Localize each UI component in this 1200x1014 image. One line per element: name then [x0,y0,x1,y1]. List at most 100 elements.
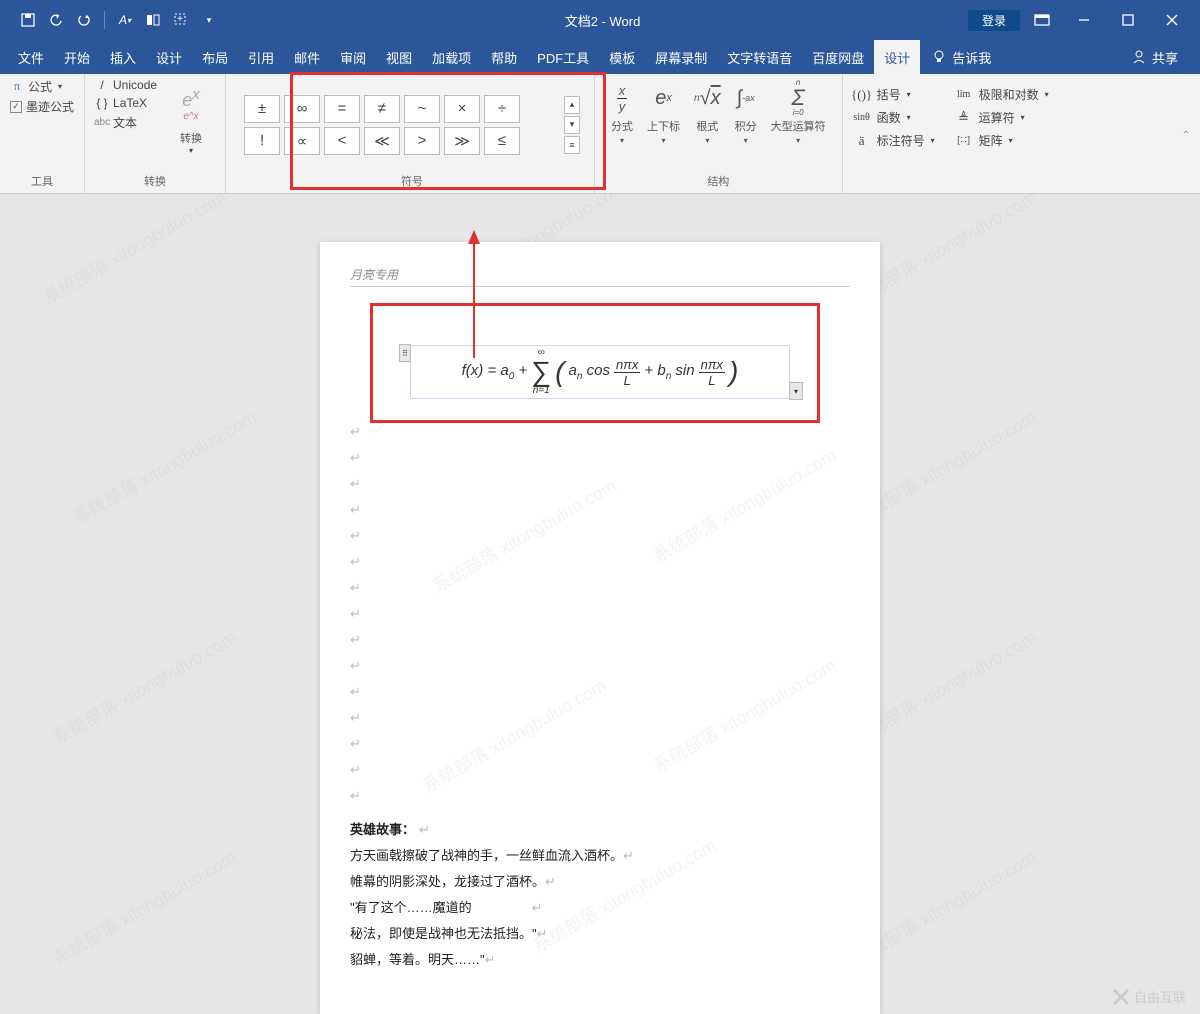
document-page[interactable]: 月亮专用 ⠿ f(x) = a0 + ∞∑n=1 ( an cos nπxL +… [320,242,880,1014]
radical-button[interactable]: n√x 根式 ▾ [688,78,727,147]
layout-icon[interactable] [145,12,161,28]
symbol-factorial[interactable]: ! [244,127,280,155]
matrix-button[interactable]: [∷] 矩阵 ▾ [955,132,1049,149]
collapse-ribbon-button[interactable]: ⌃ [1176,126,1196,144]
symbol-notequal[interactable]: ≠ [364,95,400,123]
story-text[interactable]: 英雄故事：↵ 方天画戟擦破了战神的手，一丝鲜血流入酒杯。↵ 帷幕的阴影深处，龙接… [350,817,850,973]
separator [104,11,105,29]
symbol-infinity[interactable]: ∞ [284,95,320,123]
font-icon[interactable]: A▾ [117,12,133,28]
close-button[interactable] [1152,5,1192,35]
bracket-button[interactable]: {()} 括号 ▾ [853,86,935,103]
symbol-scroll-up[interactable]: ▴ [564,96,580,114]
document-area[interactable]: 系统部落 xitongbuluo.com 系统部落 xitongbuluo.co… [0,194,1200,1014]
limit-button[interactable]: lim 极限和对数 ▾ [955,86,1049,103]
largeop-label: 大型运算符 [771,118,826,134]
tab-pdf[interactable]: PDF工具 [527,40,599,75]
text-option[interactable]: abc 文本 [95,114,157,131]
exponent-icon: ex [655,80,672,116]
equation-handle-icon[interactable]: ⠿ [399,344,411,362]
radical-icon: n√x [694,80,721,116]
tab-home[interactable]: 开始 [54,40,100,75]
tab-view[interactable]: 视图 [376,40,422,75]
tab-insert[interactable]: 插入 [100,40,146,75]
accent-icon: ä [853,133,871,149]
symbol-scroll-down[interactable]: ▾ [564,116,580,134]
largeop-button[interactable]: nΣi=0 大型运算符 ▾ [765,78,832,147]
undo-icon[interactable] [48,12,64,28]
symbol-tilde[interactable]: ~ [404,95,440,123]
tab-screenrec[interactable]: 屏幕录制 [645,40,717,75]
symbol-proportional[interactable]: ∝ [284,127,320,155]
symbol-muchless[interactable]: ≪ [364,127,400,155]
chevron-down-icon: ▾ [907,90,911,99]
paragraph-mark: ↵ [350,783,850,809]
matrix-label: 矩阵 [979,132,1003,149]
convert-button[interactable]: ex e^x 转换 ▾ [167,78,215,171]
tools-group-label: 工具 [10,171,74,191]
tab-tts[interactable]: 文字转语音 [717,40,802,75]
maximize-button[interactable] [1108,5,1148,35]
tab-help[interactable]: 帮助 [481,40,527,75]
integral-button[interactable]: ∫-ax 积分 ▾ [729,78,763,147]
story-title: 英雄故事： [350,822,415,837]
tab-references[interactable]: 引用 [238,40,284,75]
paragraph-mark: ↵ [350,575,850,601]
group-tools: π 公式 ▾ ✓ 墨迹公式 工具 [0,74,85,193]
unicode-option[interactable]: / Unicode [95,78,157,92]
group-bracket-ops: {()} 括号 ▾ sinθ 函数 ▾ ä 标注符号 ▾ [843,74,945,193]
tab-file[interactable]: 文件 [8,40,54,75]
ribbon-display-icon[interactable] [1024,5,1060,35]
symbol-lte[interactable]: ≤ [484,127,520,155]
equation-dropdown-icon[interactable]: ▾ [789,382,803,400]
tab-equation-design[interactable]: 设计 [874,40,920,75]
limit-icon: lim [955,89,973,100]
bracket-label: 括号 [877,86,901,103]
latex-label: LaTeX [113,96,147,110]
tab-layout[interactable]: 布局 [192,40,238,75]
add-icon[interactable]: + [173,12,189,28]
save-icon[interactable] [20,12,36,28]
operator-button[interactable]: ≜ 运算符 ▾ [955,109,1049,126]
equation-button[interactable]: π 公式 ▾ [10,78,74,95]
symbol-scroll-more[interactable]: ≡ [564,136,580,154]
tell-me[interactable]: 告诉我 [932,48,991,67]
chevron-down-icon: ▾ [705,136,709,145]
login-button[interactable]: 登录 [968,10,1020,31]
equation-content[interactable]: f(x) = a0 + ∞∑n=1 ( an cos nπxL + bn sin… [462,348,739,396]
symbol-divide[interactable]: ÷ [484,95,520,123]
tab-template[interactable]: 模板 [599,40,645,75]
symbol-plusminus[interactable]: ± [244,95,280,123]
qat-more-icon[interactable]: ▾ [201,12,217,28]
function-icon: sinθ [853,112,871,123]
paragraph-mark: ↵ [350,627,850,653]
minimize-button[interactable] [1064,5,1104,35]
ink-label: 墨迹公式 [26,98,74,115]
symbol-lt[interactable]: < [324,127,360,155]
ink-equation-button[interactable]: ✓ 墨迹公式 [10,98,74,115]
fraction-button[interactable]: xy 分式 ▾ [605,78,639,147]
redo-icon[interactable] [76,12,92,28]
symbol-equals[interactable]: = [324,95,360,123]
share-button[interactable]: 共享 [1132,48,1192,67]
symbols-group-label: 符号 [244,171,580,191]
tab-baidu[interactable]: 百度网盘 [802,40,874,75]
symbol-times[interactable]: × [444,95,480,123]
tab-mailings[interactable]: 邮件 [284,40,330,75]
accent-button[interactable]: ä 标注符号 ▾ [853,132,935,149]
brand-watermark: 自由互联 [1112,987,1186,1006]
paragraph-mark: ↵ [350,653,850,679]
latex-option[interactable]: { } LaTeX [95,96,157,110]
tab-review[interactable]: 审阅 [330,40,376,75]
bracket-icon: {()} [853,87,871,103]
symbol-gt[interactable]: > [404,127,440,155]
tab-design[interactable]: 设计 [146,40,192,75]
braces-icon: { } [95,96,109,110]
chevron-down-icon: ▾ [662,136,666,145]
operator-label: 运算符 [979,109,1015,126]
tab-addins[interactable]: 加载项 [422,40,481,75]
symbol-muchgreater[interactable]: ≫ [444,127,480,155]
script-button[interactable]: ex 上下标 ▾ [641,78,686,147]
function-button[interactable]: sinθ 函数 ▾ [853,109,935,126]
lightbulb-icon [932,50,946,64]
